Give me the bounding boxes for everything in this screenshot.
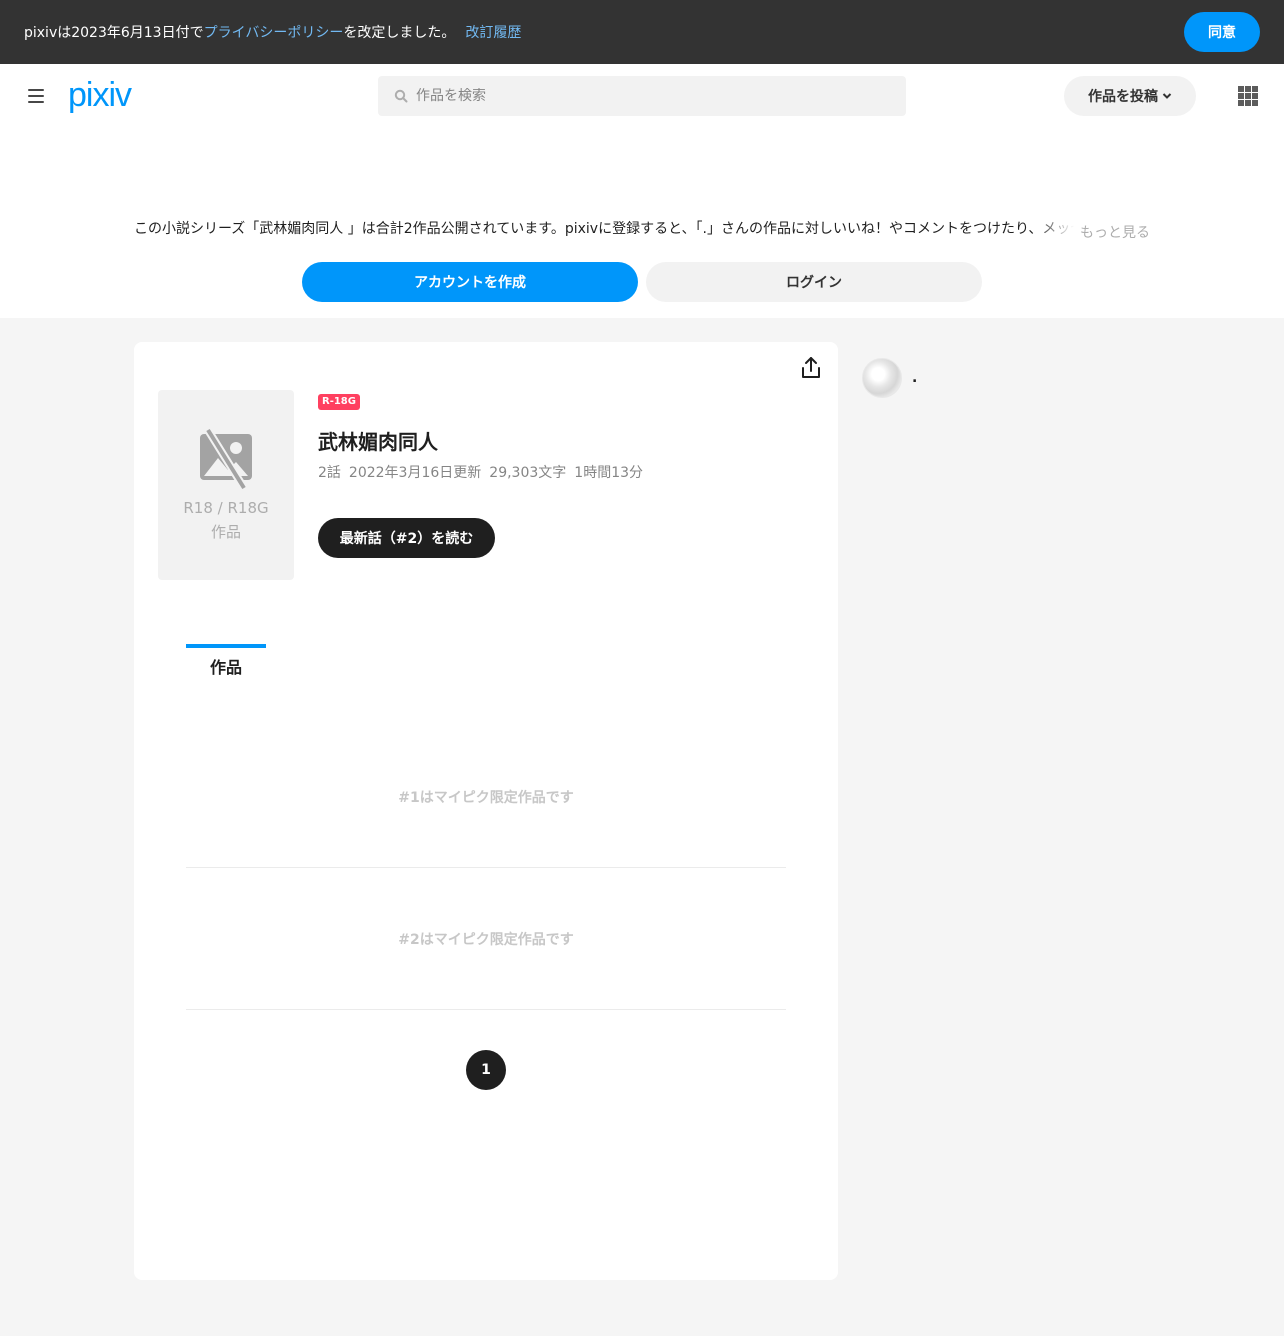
series-meta: 2話 2022年3月16日更新 29,303文字 1時間13分: [318, 462, 643, 482]
pagination-page-1[interactable]: 1: [466, 1050, 506, 1090]
search-input[interactable]: [416, 88, 896, 104]
create-account-button[interactable]: アカウントを作成: [302, 262, 638, 302]
list-item: #1はマイピク限定作品です: [186, 726, 786, 868]
privacy-policy-link[interactable]: プライバシーポリシー: [204, 22, 344, 42]
updated-date: 2022年3月16日更新: [348, 465, 482, 481]
post-work-button[interactable]: 作品を投稿: [1064, 76, 1196, 116]
notice-suffix: を改定しました。: [343, 25, 456, 41]
search-icon: [394, 89, 408, 103]
avatar[interactable]: [862, 358, 902, 398]
revision-history-link[interactable]: 改訂履歴: [465, 22, 521, 42]
cover-label-line2: 作品: [210, 523, 241, 541]
tab-works[interactable]: 作品: [186, 644, 266, 684]
reading-time: 1時間13分: [574, 465, 644, 481]
promo-text: この小説シリーズ「武林媚肉同人 」は合計2作品公開されています。pixivに登録…: [134, 221, 1074, 237]
hidden-image-icon: [200, 428, 252, 490]
chevron-down-icon: [1162, 93, 1172, 99]
author-name[interactable]: .: [912, 370, 917, 386]
post-work-label: 作品を投稿: [1088, 89, 1158, 105]
signup-promo: この小説シリーズ「武林媚肉同人 」は合計2作品公開されています。pixivに登録…: [0, 128, 1284, 318]
notice-prefix: pixivは2023年6月13日付で: [24, 25, 204, 41]
list-item: #2はマイピク限定作品です: [186, 868, 786, 1010]
series-cover: R18 / R18G 作品: [158, 390, 294, 580]
r18g-badge: R-18G: [318, 394, 360, 410]
search-box[interactable]: [378, 76, 906, 116]
read-latest-button[interactable]: 最新話（#2）を読む: [318, 518, 495, 558]
login-button[interactable]: ログイン: [646, 262, 982, 302]
site-header: pixiv 作品を投稿: [0, 64, 1284, 128]
menu-icon[interactable]: [24, 86, 48, 106]
cover-label-line1: R18 / R18G: [183, 499, 269, 517]
privacy-notice-bar: pixivは2023年6月13日付で プライバシーポリシー を改定しました。 改…: [0, 0, 1284, 64]
promo-fade: [1034, 216, 1074, 242]
privacy-notice-text: pixivは2023年6月13日付で プライバシーポリシー を改定しました。 改…: [24, 22, 521, 42]
cover-label: R18 / R18G 作品: [183, 496, 268, 544]
show-more-link[interactable]: もっと見る: [1080, 222, 1150, 242]
series-card: R18 / R18G 作品 R-18G 武林媚肉同人 2話 2022年3月16日…: [134, 342, 838, 1280]
agree-button[interactable]: 同意: [1184, 12, 1260, 52]
author-info[interactable]: .: [862, 358, 917, 398]
series-title: 武林媚肉同人: [318, 430, 438, 454]
pixiv-logo[interactable]: pixiv: [68, 76, 132, 115]
char-count: 29,303文字: [489, 465, 567, 481]
services-grid-icon[interactable]: [1238, 86, 1258, 106]
episode-count: 2話: [318, 465, 341, 481]
share-icon[interactable]: [800, 356, 822, 380]
